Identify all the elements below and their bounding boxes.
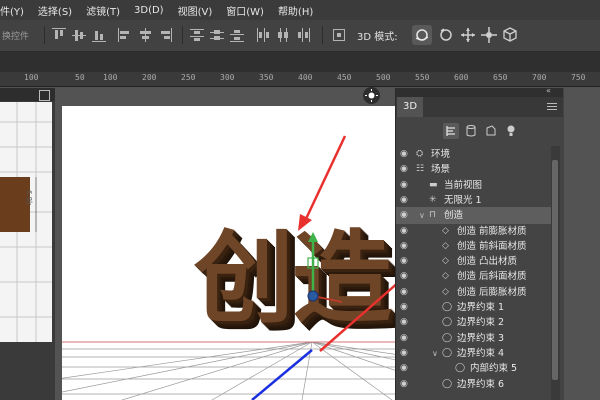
ruler-label: 200 <box>142 73 157 82</box>
align-top-icon[interactable] <box>52 28 66 42</box>
scrollbar-thumb[interactable] <box>552 160 558 380</box>
filter-material-button[interactable] <box>483 123 499 139</box>
menu-item-3d[interactable]: 3D(D) <box>134 5 164 16</box>
orbit-icon <box>415 29 429 41</box>
filter-mesh-button[interactable] <box>463 123 479 139</box>
visibility-eye-icon[interactable]: ◉ <box>400 256 408 267</box>
horizontal-ruler: 100 50 100 200 250 300 350 400 450 500 5… <box>0 72 600 87</box>
roll-mode-button[interactable] <box>436 25 456 45</box>
visibility-eye-icon[interactable]: ◉ <box>400 226 408 237</box>
slide-mode-button[interactable] <box>479 25 499 45</box>
visibility-eye-icon[interactable]: ◉ <box>400 287 408 298</box>
distribute-bottom-icon[interactable] <box>230 28 244 42</box>
options-bar: 换控件 3D 模式: <box>0 20 600 52</box>
visibility-eye-icon[interactable]: ◉ <box>400 317 408 328</box>
ruler-label: 450 <box>337 73 352 82</box>
ruler-label: 700 <box>532 73 547 82</box>
separator <box>44 26 45 44</box>
light-icon <box>507 125 515 136</box>
ruler-label: 550 <box>415 73 430 82</box>
visibility-eye-icon[interactable]: ◉ <box>400 348 408 359</box>
distribute-vcenter-icon[interactable] <box>210 28 224 42</box>
navigator-preview: 6.8k <box>0 102 52 342</box>
transform-controls-label: 换控件 <box>2 32 30 42</box>
material-icon <box>486 125 496 136</box>
ruler-label: 300 <box>220 73 235 82</box>
menu-item-file[interactable]: 件(Y) <box>0 3 24 18</box>
cube-icon <box>503 27 517 42</box>
collapse-panel-icon[interactable]: « <box>546 86 551 95</box>
menu-item-view[interactable]: 视图(V) <box>178 3 213 18</box>
distribute-hcenter-icon[interactable] <box>276 28 290 42</box>
align-left-icon[interactable] <box>118 28 132 42</box>
layer-label: 边界约束 6 <box>457 378 505 390</box>
visibility-eye-icon[interactable]: ◉ <box>400 164 408 175</box>
slide-icon <box>481 27 497 43</box>
3d-text-mesh[interactable]: 创造 <box>194 224 392 334</box>
panel-filter-toolbar <box>396 120 563 144</box>
3d-mode-label: 3D 模式: <box>357 32 398 43</box>
panel-title-bar: « <box>396 86 563 97</box>
ruler-label: 100 <box>24 73 39 82</box>
layer-row[interactable]: ◉ ◯ 边界约束 6 <box>396 376 551 393</box>
menu-item-help[interactable]: 帮助(H) <box>278 3 313 18</box>
filter-light-button[interactable] <box>503 123 519 139</box>
menu-item-filter[interactable]: 滤镜(T) <box>86 3 120 18</box>
navigator-grid <box>0 102 52 342</box>
visibility-eye-icon[interactable]: ◉ <box>400 195 408 206</box>
ruler-label: 100 <box>103 73 118 82</box>
ruler-label: 750 <box>571 73 586 82</box>
pan-mode-button[interactable] <box>458 25 478 45</box>
orbit-mode-button[interactable] <box>412 25 432 45</box>
visibility-eye-icon[interactable]: ◉ <box>400 241 408 252</box>
ruler-label: 350 <box>259 73 274 82</box>
scale-mode-button[interactable] <box>500 25 520 45</box>
visibility-eye-icon[interactable]: ◉ <box>400 149 408 160</box>
align-vcenter-icon[interactable] <box>72 28 86 42</box>
ruler-label: 500 <box>376 73 391 82</box>
distribute-left-icon[interactable] <box>256 28 270 42</box>
visibility-eye-icon[interactable]: ◉ <box>400 180 408 191</box>
visibility-eye-icon[interactable]: ◉ <box>400 302 408 313</box>
align-bottom-icon[interactable] <box>92 28 106 42</box>
menu-bar: 件(Y) 选择(S) 滤镜(T) 3D(D) 视图(V) 窗口(W) 帮助(H) <box>0 0 600 20</box>
constraint-icon: ◯ <box>442 378 453 389</box>
roll-icon <box>440 28 452 41</box>
panel-menu-icon[interactable] <box>547 103 557 111</box>
visibility-eye-icon[interactable]: ◉ <box>400 363 408 374</box>
ruler-label: 650 <box>493 73 508 82</box>
auto-align-icon[interactable] <box>332 28 346 42</box>
align-right-icon[interactable] <box>158 28 172 42</box>
light-widget-icon[interactable] <box>363 87 380 104</box>
visibility-eye-icon[interactable]: ◉ <box>400 333 408 344</box>
ruler-label: 50 <box>75 73 85 82</box>
align-hcenter-icon[interactable] <box>138 28 152 42</box>
visibility-eye-icon[interactable]: ◉ <box>400 210 408 221</box>
menu-item-select[interactable]: 选择(S) <box>38 3 72 18</box>
menu-item-window[interactable]: 窗口(W) <box>226 3 264 18</box>
filter-scene-button[interactable] <box>443 123 459 139</box>
ruler-label: 250 <box>181 73 196 82</box>
separator <box>322 26 323 44</box>
distribute-top-icon[interactable] <box>190 28 204 42</box>
ruler-label: 600 <box>454 73 469 82</box>
3d-layer-list: ◉ ⛭ 环境 ◉ ☷ 场景 ◉ ▬ 当前视图 ◉ ✳ 无限光 1 ◉ ∨ ⊓ 创造 ◉ ◇ 创造 前膨胀材质 ◉ ◇ 创造… <box>396 146 551 400</box>
visibility-eye-icon[interactable]: ◉ <box>400 379 408 390</box>
scene-icon <box>446 126 455 136</box>
mesh-icon <box>466 125 476 137</box>
tab-3d[interactable]: 3D <box>397 97 423 117</box>
distribute-right-icon[interactable] <box>296 28 310 42</box>
navigator-header <box>0 88 55 101</box>
expand-icon[interactable] <box>39 90 50 101</box>
measure-label: 6.8k <box>25 190 33 206</box>
ruler-label: 400 <box>298 73 313 82</box>
separator <box>182 26 183 44</box>
document-tab-strip <box>0 52 600 72</box>
visibility-eye-icon[interactable]: ◉ <box>400 271 408 282</box>
pan-icon <box>461 28 475 42</box>
